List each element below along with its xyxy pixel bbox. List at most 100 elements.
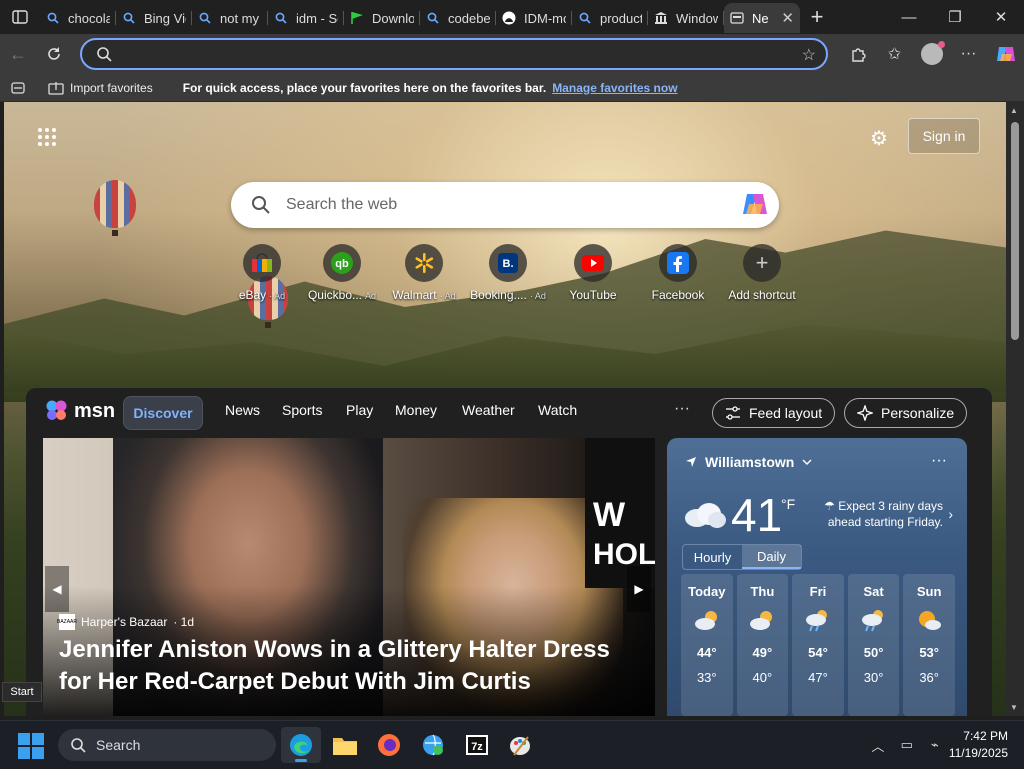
display-icon[interactable]: ▭ — [893, 737, 921, 753]
ad-tag: · Ad — [269, 291, 286, 301]
carousel-prev-button[interactable]: ◀ — [45, 566, 69, 612]
tab-play[interactable]: Play — [346, 402, 373, 418]
tab-7[interactable]: product — [572, 3, 648, 33]
toolbar-right: ✩ ··· — [839, 34, 1024, 74]
profile-button[interactable] — [913, 36, 950, 72]
weather-location[interactable]: Williamstown — [685, 454, 812, 470]
more-tabs-button[interactable]: ··· — [674, 400, 690, 418]
extensions-button[interactable] — [839, 36, 876, 72]
tab-watch[interactable]: Watch — [538, 402, 577, 418]
taskbar-firefox[interactable] — [369, 727, 409, 763]
forecast-day[interactable]: Today 44° 33° — [681, 574, 733, 716]
tab-1[interactable]: Bing Vid — [116, 3, 192, 33]
back-button[interactable]: ← — [0, 36, 36, 72]
hourly-tab[interactable]: Hourly — [683, 545, 742, 569]
import-favorites-button[interactable]: Import favorites — [48, 81, 153, 95]
favorite-star-icon[interactable]: ☆ — [802, 45, 816, 65]
rain-icon — [848, 599, 900, 641]
booking-icon: B. — [489, 244, 527, 282]
tab-6[interactable]: IDM-mo — [496, 3, 572, 33]
weather-card[interactable]: Williamstown ··· 41 °F ☂ Expect 3 rainy … — [667, 438, 967, 716]
forecast-day[interactable]: Fri 54° 47° — [792, 574, 844, 716]
taskbar-paint[interactable] — [500, 727, 540, 763]
day-name: Thu — [750, 584, 775, 599]
msn-logo[interactable]: msn — [44, 398, 115, 424]
scroll-down-arrow-icon[interactable]: ▼ — [1010, 703, 1018, 712]
feed-layout-button[interactable]: Feed layout — [712, 398, 836, 428]
tab-strip: chocolat Bing Vid not my t idm - Se Down… — [0, 0, 1024, 34]
sign-in-button[interactable]: Sign in — [908, 118, 980, 154]
tab-3[interactable]: idm - Se — [268, 3, 344, 33]
forecast-day[interactable]: Thu 49° 40° — [736, 574, 789, 716]
tab-weather[interactable]: Weather — [462, 402, 515, 418]
taskbar-file-explorer[interactable] — [325, 727, 365, 763]
network-icon[interactable]: ⌁ — [921, 737, 949, 753]
tab-money[interactable]: Money — [395, 402, 437, 418]
personalize-button[interactable]: Personalize — [844, 398, 968, 428]
ad-tag: Ad — [365, 291, 377, 301]
close-tab-icon[interactable]: ✕ — [781, 9, 794, 27]
taskbar-search[interactable]: Search — [58, 729, 276, 761]
shortcut-walmart[interactable]: Walmart · Ad — [384, 244, 464, 302]
add-shortcut-button[interactable]: + Add shortcut — [722, 244, 802, 302]
partly-cloudy-icon — [737, 599, 789, 641]
shortcut-facebook[interactable]: Facebook — [638, 244, 718, 302]
favorites-button[interactable]: ✩ — [876, 36, 913, 72]
shortcut-booking[interactable]: B. Booking.... · Ad — [468, 244, 548, 302]
scrollbar-thumb[interactable] — [1011, 122, 1019, 340]
tab-4[interactable]: Downlo — [344, 3, 420, 33]
bank-icon — [654, 11, 668, 25]
hero-news-card[interactable]: W HOL ◀ ▶ BAZAAR Harper's Bazaar · 1d Je… — [43, 438, 655, 716]
close-window-button[interactable]: ✕ — [978, 0, 1024, 34]
taskbar-7zip[interactable]: 7z — [457, 727, 497, 763]
chevron-right-icon[interactable]: › — [948, 506, 953, 522]
maximize-button[interactable]: ❐ — [932, 0, 978, 34]
tab-5[interactable]: codebe — [420, 3, 496, 33]
tab-news[interactable]: News — [225, 402, 260, 418]
tab-8[interactable]: Window — [648, 3, 724, 33]
shortcut-quickbooks[interactable]: qb Quickbo... Ad — [302, 244, 382, 302]
chevron-up-icon[interactable]: ︿ — [863, 736, 893, 755]
taskbar-edge[interactable] — [281, 727, 321, 763]
new-tab-button[interactable]: + — [800, 0, 834, 34]
feed-layout-label: Feed layout — [749, 405, 823, 421]
web-search-box[interactable]: Search the web — [231, 182, 779, 228]
carousel-next-button[interactable]: ▶ — [627, 566, 651, 612]
app-launcher-icon[interactable] — [38, 128, 56, 146]
shortcut-ebay[interactable]: eBay · Ad — [222, 244, 302, 302]
daily-tab[interactable]: Daily — [742, 545, 801, 569]
tab-actions-button[interactable] — [0, 0, 40, 34]
taskbar-clock[interactable]: 7:42 PM 11/19/2025 — [949, 728, 1008, 762]
minimize-button[interactable]: — — [886, 0, 932, 34]
weather-note-text: Expect 3 rainy days ahead starting Frida… — [827, 499, 943, 529]
article-source: BAZAAR Harper's Bazaar · 1d — [57, 614, 194, 630]
refresh-button[interactable] — [36, 36, 72, 72]
tab-sports[interactable]: Sports — [282, 402, 322, 418]
page-scrollbar[interactable]: ▲ ▼ — [1006, 102, 1024, 716]
copilot-icon[interactable] — [741, 192, 769, 218]
tab-discover[interactable]: Discover — [123, 396, 203, 430]
hero-headline[interactable]: Jennifer Aniston Wows in a Glittery Halt… — [59, 634, 639, 698]
scroll-up-arrow-icon[interactable]: ▲ — [1010, 106, 1018, 115]
msn-logo-text: msn — [74, 399, 116, 422]
clock-date: 11/19/2025 — [948, 746, 1008, 760]
manage-favorites-link[interactable]: Manage favorites now — [552, 81, 677, 95]
sidebar-toggle-icon[interactable] — [0, 81, 36, 94]
copilot-button[interactable] — [987, 36, 1024, 72]
settings-menu-button[interactable]: ··· — [950, 36, 987, 72]
gear-icon[interactable]: ⚙ — [870, 126, 888, 151]
shortcut-youtube[interactable]: YouTube — [553, 244, 633, 302]
weather-more-button[interactable]: ··· — [931, 452, 947, 470]
tab-2[interactable]: not my t — [192, 3, 268, 33]
taskbar-network-app[interactable] — [413, 727, 453, 763]
weather-note[interactable]: ☂ Expect 3 rainy days ahead starting Fri… — [817, 498, 943, 530]
tab-active[interactable]: Ne ✕ — [724, 3, 800, 33]
cloud-icon — [685, 503, 726, 528]
tab-0[interactable]: chocolat — [40, 3, 116, 33]
forecast-day[interactable]: Sun 53° 36° — [903, 574, 955, 716]
forecast-day[interactable]: Sat 50° 30° — [847, 574, 900, 716]
shortcut-label: Walmart — [392, 288, 437, 302]
address-bar[interactable]: ☆ — [80, 38, 828, 70]
windows-start-button[interactable] — [18, 733, 44, 759]
day-high: 50° — [863, 645, 884, 660]
